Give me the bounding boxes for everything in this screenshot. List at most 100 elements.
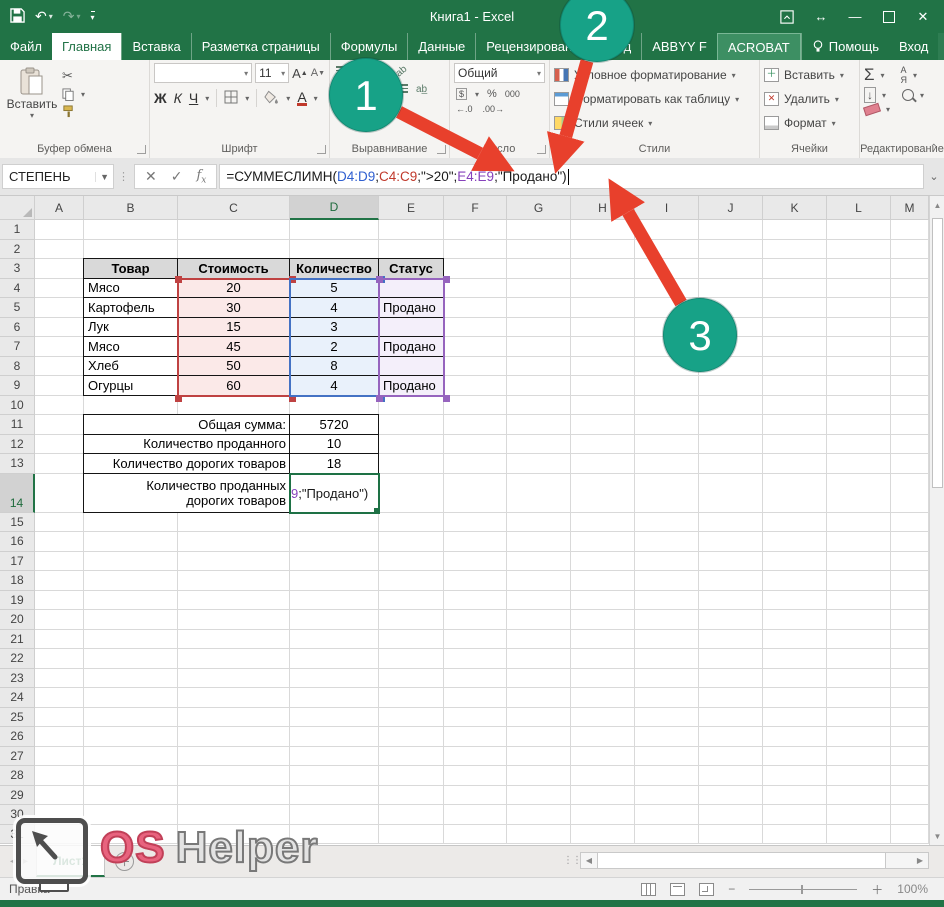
summary-value-13[interactable]: 18 [289, 453, 379, 474]
table-cell-E7[interactable]: Продано [378, 336, 444, 357]
cell-I23[interactable] [635, 669, 699, 689]
cell-H6[interactable] [571, 318, 635, 338]
cell-G28[interactable] [507, 766, 571, 786]
cell-G15[interactable] [507, 513, 571, 533]
cell-A29[interactable] [35, 786, 84, 806]
cell-D20[interactable] [290, 610, 379, 630]
cell-D21[interactable] [290, 630, 379, 650]
cell-H25[interactable] [571, 708, 635, 728]
page-break-view-icon[interactable] [699, 883, 714, 896]
cell-H16[interactable] [571, 532, 635, 552]
cell-F25[interactable] [444, 708, 507, 728]
cell-G2[interactable] [507, 240, 571, 260]
cell-E23[interactable] [379, 669, 444, 689]
cell-B24[interactable] [84, 688, 178, 708]
cell-M24[interactable] [891, 688, 929, 708]
cell-F28[interactable] [444, 766, 507, 786]
dialog-launcher-icon[interactable] [317, 145, 326, 154]
cell-H13[interactable] [571, 454, 635, 474]
cell-K12[interactable] [763, 435, 827, 455]
fill-color-icon[interactable] [264, 90, 279, 107]
cell-G29[interactable] [507, 786, 571, 806]
cell-C25[interactable] [178, 708, 290, 728]
cell-M28[interactable] [891, 766, 929, 786]
ribbon-tab-Разметка страницы[interactable]: Разметка страницы [191, 33, 330, 60]
cell-L9[interactable] [827, 376, 891, 396]
cell-L24[interactable] [827, 688, 891, 708]
horizontal-scroll-thumb[interactable] [597, 853, 886, 868]
column-header-E[interactable]: E [379, 196, 444, 220]
ribbon-tab-Данные[interactable]: Данные [407, 33, 475, 60]
cell-D29[interactable] [290, 786, 379, 806]
cell-H12[interactable] [571, 435, 635, 455]
cell-B21[interactable] [84, 630, 178, 650]
scroll-right-icon[interactable]: ▶ [912, 853, 928, 868]
cell-I9[interactable] [635, 376, 699, 396]
collapse-ribbon-icon[interactable]: ⌃ [930, 143, 938, 154]
cell-I17[interactable] [635, 552, 699, 572]
cell-E15[interactable] [379, 513, 444, 533]
cell-J7[interactable] [699, 337, 763, 357]
new-sheet-button[interactable]: ＋ [115, 852, 134, 871]
cell-J31[interactable] [699, 825, 763, 845]
cell-D30[interactable] [290, 805, 379, 825]
next-sheet-icon[interactable]: ▸ [23, 856, 28, 867]
cell-D2[interactable] [290, 240, 379, 260]
cell-M6[interactable] [891, 318, 929, 338]
cell-K14[interactable] [763, 474, 827, 513]
cell-E21[interactable] [379, 630, 444, 650]
cell-K30[interactable] [763, 805, 827, 825]
cell-B27[interactable] [84, 747, 178, 767]
cell-H10[interactable] [571, 396, 635, 416]
cell-H30[interactable] [571, 805, 635, 825]
cell-M25[interactable] [891, 708, 929, 728]
cell-C26[interactable] [178, 727, 290, 747]
cell-J11[interactable] [699, 415, 763, 435]
cell-G13[interactable] [507, 454, 571, 474]
cell-M4[interactable] [891, 279, 929, 299]
cell-F5[interactable] [444, 298, 507, 318]
cell-L18[interactable] [827, 571, 891, 591]
cell-J2[interactable] [699, 240, 763, 260]
row-header-2[interactable]: 2 [0, 240, 35, 260]
decrease-decimal-icon[interactable]: .00→ [483, 104, 505, 114]
row-header-27[interactable]: 27 [0, 747, 35, 767]
cell-A21[interactable] [35, 630, 84, 650]
cell-K25[interactable] [763, 708, 827, 728]
cell-F29[interactable] [444, 786, 507, 806]
align-middle-icon[interactable] [356, 66, 368, 77]
ribbon-display-options-icon[interactable] [770, 0, 804, 33]
cell-L5[interactable] [827, 298, 891, 318]
cell-G7[interactable] [507, 337, 571, 357]
cell-F6[interactable] [444, 318, 507, 338]
increase-font-icon[interactable]: А▲ [292, 63, 308, 83]
cell-I27[interactable] [635, 747, 699, 767]
cell-H29[interactable] [571, 786, 635, 806]
summary-label-11[interactable]: Общая сумма: [83, 414, 290, 435]
cell-L21[interactable] [827, 630, 891, 650]
wrap-text-icon[interactable]: ab̲ [416, 84, 427, 95]
cell-F18[interactable] [444, 571, 507, 591]
insert-function-icon[interactable]: fx [196, 168, 206, 186]
table-cell-B8[interactable]: Хлеб [83, 356, 178, 377]
row-header-10[interactable]: 10 [0, 396, 35, 416]
summary-label-13[interactable]: Количество дорогих товаров [83, 453, 290, 474]
summary-label-12[interactable]: Количество проданного [83, 434, 290, 455]
increase-indent-icon[interactable] [396, 84, 408, 95]
cell-H31[interactable] [571, 825, 635, 845]
cell-E10[interactable] [379, 396, 444, 416]
cell-F24[interactable] [444, 688, 507, 708]
cell-F12[interactable] [444, 435, 507, 455]
cell-E2[interactable] [379, 240, 444, 260]
cell-J10[interactable] [699, 396, 763, 416]
ribbon-tab-Формулы[interactable]: Формулы [330, 33, 408, 60]
cell-J5[interactable] [699, 298, 763, 318]
cell-J6[interactable] [699, 318, 763, 338]
scroll-down-icon[interactable]: ▼ [930, 827, 944, 845]
ribbon-tab-Вставка[interactable]: Вставка [121, 33, 190, 60]
splitter-dots[interactable]: ⋮⋮ [563, 855, 581, 866]
name-box[interactable]: СТЕПЕНЬ▼ [2, 164, 114, 189]
table-cell-E6[interactable] [378, 317, 444, 338]
orientation-icon[interactable]: ab [394, 64, 410, 80]
cell-J18[interactable] [699, 571, 763, 591]
